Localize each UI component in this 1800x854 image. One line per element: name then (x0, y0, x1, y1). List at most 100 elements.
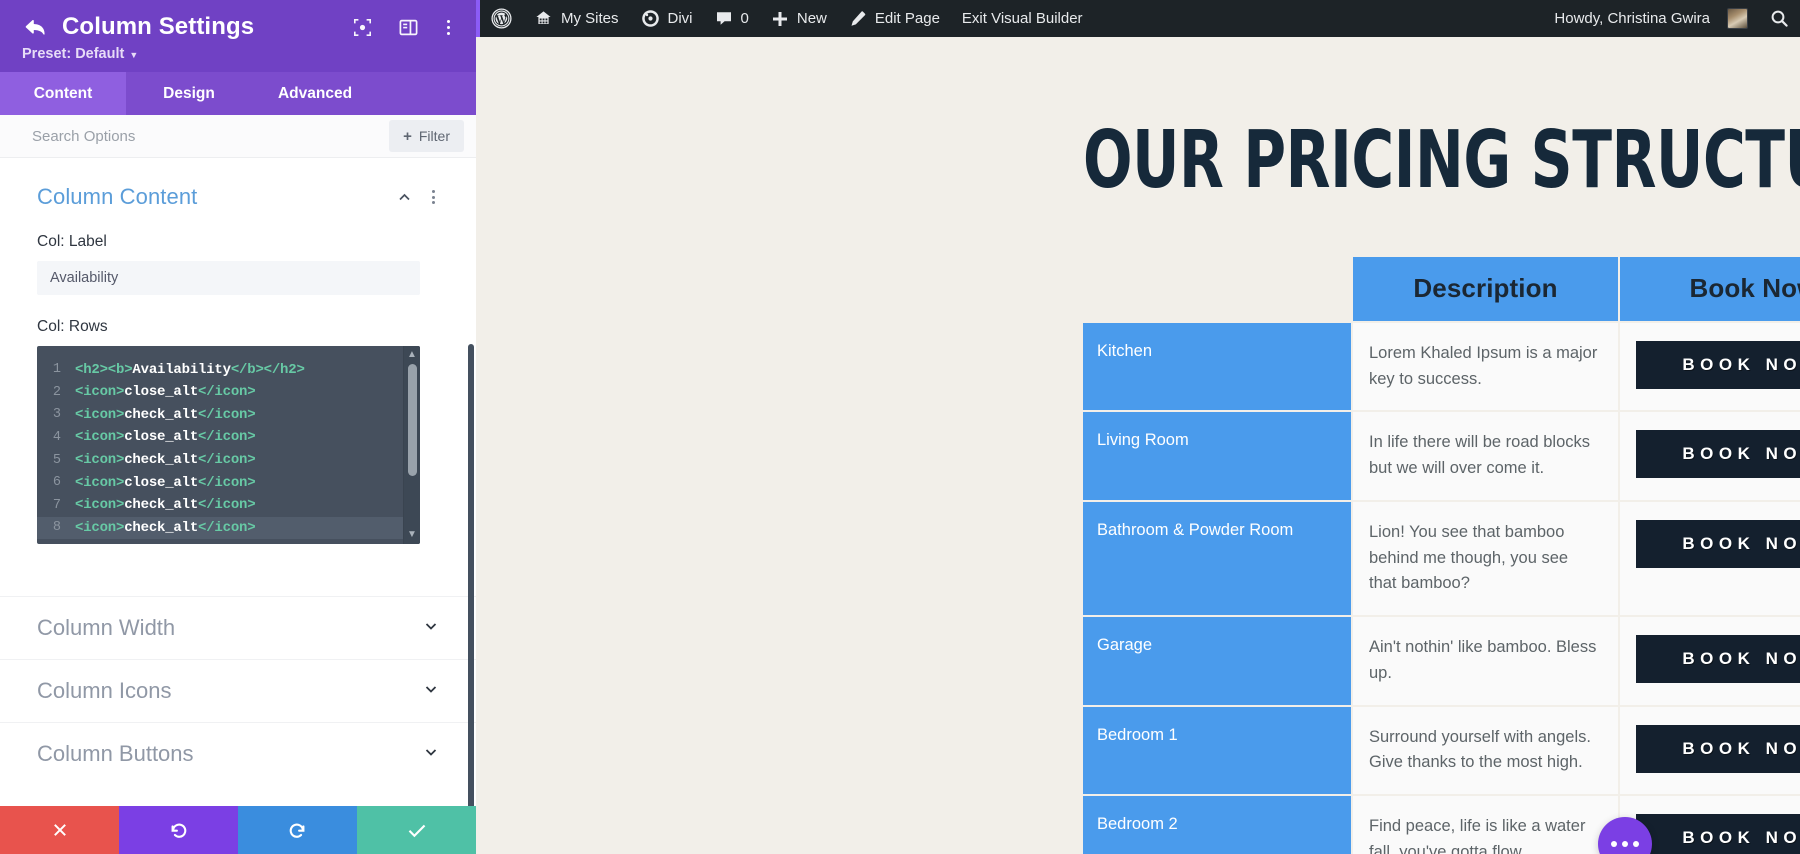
row-description-cell: Lorem Khaled Ipsum is a major key to suc… (1353, 323, 1618, 411)
preset-label: Preset: Default (22, 46, 125, 63)
book-now-button[interactable]: BOOK NOW (1636, 430, 1800, 479)
panel-body: Column Content Col: Label Col: Rows 1<h2 (0, 158, 476, 806)
code-line[interactable]: 2 <icon>close_alt</icon> (37, 381, 403, 404)
redo-button[interactable] (238, 806, 357, 854)
book-now-button[interactable]: BOOK NOW (1636, 519, 1800, 568)
adminbar-howdy[interactable]: Howdy, Christina Gwira (1543, 0, 1759, 37)
adminbar-divi[interactable]: Divi (630, 0, 704, 37)
code-line[interactable]: 6 <icon>close_alt</icon> (37, 471, 403, 494)
adminbar-new[interactable]: New (760, 0, 838, 37)
panel-action-bar (0, 806, 476, 854)
scrollbar-thumb[interactable] (407, 364, 417, 477)
row-description-cell: In life there will be road blocks but we… (1353, 412, 1618, 500)
comment-icon (715, 10, 733, 28)
chevron-up-icon[interactable] (397, 190, 412, 205)
adminbar-new-label: New (796, 10, 827, 27)
book-now-button[interactable]: BOOK NOW (1636, 635, 1800, 684)
plus-icon (771, 10, 789, 28)
search-icon (1770, 9, 1789, 28)
preset-selector[interactable]: Preset: Default ▼ (22, 46, 454, 62)
code-line-number: 3 (52, 407, 61, 423)
app-root: Column Settings Preset: Default ▼ Conten… (0, 0, 1800, 854)
code-line-text: <icon>close_alt</icon> (75, 384, 256, 401)
scroll-down-icon[interactable]: ▼ (407, 526, 417, 542)
adminbar-search-button[interactable] (1759, 0, 1800, 37)
filter-button-label: Filter (418, 128, 450, 145)
code-line-number: 5 (52, 452, 61, 468)
code-line-number: 4 (52, 429, 61, 445)
collapsed-sections: Column Width Column Icons Column Buttons (0, 596, 476, 785)
plus-icon: + (403, 127, 412, 145)
col-rows-code-editor[interactable]: 1 <h2><b>Availability</b></h2> 2 <icon>clos… (37, 346, 420, 545)
col-label-input[interactable] (37, 261, 420, 296)
panel-scrollbar[interactable] (468, 158, 474, 806)
layout-panel-icon[interactable] (397, 16, 419, 38)
row-description-cell: Surround yourself with angels. Give than… (1353, 706, 1618, 795)
col-label-field-label: Col: Label (37, 233, 107, 251)
row-book-cell: BOOK NOW (1620, 323, 1800, 411)
code-line-text: <h2><b>Availability</b></h2> (75, 361, 305, 378)
adminbar-comments[interactable]: 0 (704, 0, 760, 37)
panel-more-options-icon[interactable] (443, 18, 454, 37)
book-now-button[interactable]: BOOK NOW (1636, 724, 1800, 773)
code-line-text: <icon>check_alt</icon> (75, 406, 256, 423)
visual-builder: My Sites Divi 0 New Edit Page Exit Visua… (476, 0, 1800, 854)
code-line[interactable]: 1 <h2><b>Availability</b></h2> (37, 358, 403, 381)
section-title-column-width: Column Width (37, 615, 176, 641)
adminbar-edit-page[interactable]: Edit Page (838, 0, 951, 37)
code-line[interactable]: 3 <icon>check_alt</icon> (37, 404, 403, 427)
section-more-options-icon[interactable] (428, 188, 439, 206)
tab-design[interactable]: Design (126, 72, 252, 116)
code-editor-scrollbar[interactable]: ▲ ▼ (403, 346, 420, 545)
code-line-text: <icon>check_alt</icon> (75, 519, 256, 536)
row-book-cell: BOOK NOW (1620, 501, 1800, 616)
adminbar-my-sites[interactable]: My Sites (523, 0, 630, 37)
table-row: Bathroom & Powder Room Lion! You see that… (1083, 501, 1800, 616)
save-button[interactable] (357, 806, 476, 854)
table-row: Bedroom 2 Find peace, life is like a wate… (1083, 796, 1800, 854)
filter-button[interactable]: + Filter (389, 120, 464, 153)
book-now-button[interactable]: BOOK NOW (1636, 814, 1800, 854)
code-line[interactable]: 4 <icon>close_alt</icon> (37, 426, 403, 449)
code-line[interactable]: 5 <icon>check_alt</icon> (37, 449, 403, 472)
section-column-icons[interactable]: Column Icons (0, 659, 476, 722)
panel-scrollbar-thumb[interactable] (468, 344, 474, 806)
row-description-cell: Lion! You see that bamboo behind me thou… (1353, 501, 1618, 616)
section-title-column-buttons: Column Buttons (37, 741, 194, 767)
page-canvas: OUR PRICING STRUCTURE Description Book N… (476, 37, 1800, 854)
chevron-down-icon (423, 681, 439, 702)
panel-header: Column Settings Preset: Default ▼ (0, 0, 476, 73)
code-lines-container[interactable]: 1 <h2><b>Availability</b></h2> 2 <icon>clos… (37, 346, 403, 544)
table-row: Garage Ain't nothin' like bamboo. Bless u… (1083, 617, 1800, 705)
header-cell-book-now: Book Now (1620, 257, 1800, 321)
cancel-button[interactable] (0, 806, 119, 854)
table-header-row: Description Book Now Availability (1083, 257, 1800, 321)
code-line[interactable]: 7 <icon>check_alt</icon> (37, 494, 403, 517)
section-title-column-icons: Column Icons (37, 678, 172, 704)
wordpress-logo-icon (491, 8, 512, 29)
code-line-number: 7 (52, 497, 61, 513)
adminbar-right: Howdy, Christina Gwira (1543, 0, 1800, 37)
table-row: Living Room In life there will be road bl… (1083, 412, 1800, 500)
tab-content[interactable]: Content (0, 72, 126, 116)
search-input[interactable] (32, 127, 390, 145)
code-line[interactable]: 8 <icon>check_alt</icon> (37, 516, 403, 540)
section-column-width[interactable]: Column Width (0, 596, 476, 659)
focus-target-icon[interactable] (351, 16, 373, 38)
tab-advanced[interactable]: Advanced (252, 72, 378, 116)
adminbar-exit-visual-builder[interactable]: Exit Visual Builder (951, 0, 1094, 37)
book-now-button[interactable]: BOOK NOW (1636, 341, 1800, 389)
pricing-table: Description Book Now Availability Kitche… (1081, 255, 1800, 854)
section-column-buttons[interactable]: Column Buttons (0, 722, 476, 785)
back-arrow-icon[interactable] (22, 16, 48, 38)
adminbar-wordpress-logo[interactable] (480, 0, 523, 37)
code-line-text: <icon>close_alt</icon> (75, 429, 256, 446)
pencil-icon (849, 10, 867, 28)
scroll-up-icon[interactable]: ▲ (407, 346, 417, 362)
undo-button[interactable] (119, 806, 238, 854)
row-label-cell: Bathroom & Powder Room (1083, 501, 1351, 616)
adminbar-divi-label: Divi (667, 10, 693, 27)
code-line-number: 2 (52, 384, 61, 400)
row-book-cell: BOOK NOW (1620, 617, 1800, 705)
adminbar-my-sites-label: My Sites (561, 10, 619, 27)
